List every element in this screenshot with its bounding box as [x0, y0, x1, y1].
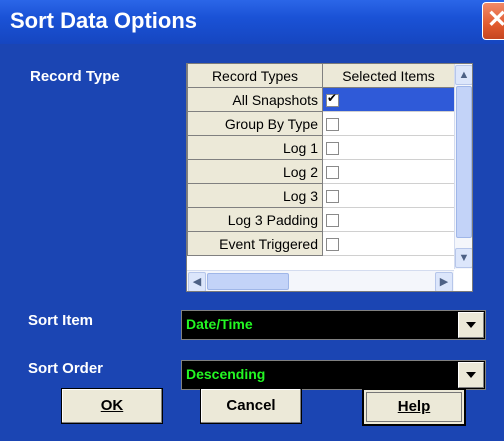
selected-cell[interactable] — [322, 87, 455, 112]
selected-cell[interactable] — [322, 207, 455, 232]
record-types-grid[interactable]: Record Types Selected Items All Snapshot… — [186, 63, 473, 292]
sort-item-label: Sort Item — [28, 312, 94, 329]
sort-item-value: Date/Time — [186, 316, 253, 332]
scroll-right-icon[interactable]: ▶ — [435, 272, 453, 291]
close-icon: ✕ — [487, 6, 504, 33]
table-row: Log 3 Padding — [187, 207, 455, 232]
table-row: All Snapshots — [187, 87, 455, 112]
scroll-left-icon[interactable]: ◀ — [188, 272, 206, 291]
selected-cell[interactable] — [322, 135, 455, 160]
selected-cell[interactable] — [322, 183, 455, 208]
table-row: Log 2 — [187, 159, 455, 184]
window-title: Sort Data Options — [10, 8, 198, 33]
row-label: Log 1 — [187, 135, 323, 160]
row-label: Log 3 — [187, 183, 323, 208]
table-row: Group By Type — [187, 111, 455, 136]
row-label: Log 2 — [187, 159, 323, 184]
horizontal-scroll-thumb[interactable] — [207, 273, 289, 290]
chevron-down-icon[interactable] — [458, 362, 484, 388]
selected-cell[interactable] — [322, 111, 455, 136]
help-button[interactable]: Help — [362, 388, 466, 426]
close-button[interactable]: ✕ — [482, 2, 504, 40]
checkbox[interactable] — [326, 91, 339, 108]
row-label: Group By Type — [187, 111, 323, 136]
table-row: Event Triggered — [187, 231, 455, 256]
title-bar: Sort Data Options ✕ — [0, 0, 504, 44]
col-header-selected-items[interactable]: Selected Items — [322, 64, 455, 88]
checkbox[interactable] — [326, 166, 339, 180]
row-label: All Snapshots — [187, 87, 323, 112]
ok-button[interactable]: OK — [61, 388, 163, 424]
sort-item-select[interactable]: Date/Time — [181, 310, 486, 340]
cancel-button[interactable]: Cancel — [200, 388, 302, 424]
record-type-label: Record Type — [30, 68, 120, 85]
sort-order-select[interactable]: Descending — [181, 360, 486, 390]
scroll-up-icon[interactable]: ▲ — [455, 65, 472, 85]
row-label: Event Triggered — [187, 231, 323, 256]
scroll-down-icon[interactable]: ▼ — [455, 248, 472, 268]
chevron-down-icon[interactable] — [458, 312, 484, 338]
sort-order-label: Sort Order — [28, 360, 104, 377]
table-row: Log 3 — [187, 183, 455, 208]
selected-cell[interactable] — [322, 231, 455, 256]
checkbox[interactable] — [326, 190, 339, 204]
checkbox[interactable] — [326, 142, 339, 156]
row-label: Log 3 Padding — [187, 207, 323, 232]
table-row: Log 1 — [187, 135, 455, 160]
sort-order-value: Descending — [186, 366, 266, 382]
help-label: Help — [397, 398, 431, 415]
checkbox[interactable] — [326, 214, 339, 228]
vertical-scrollbar[interactable]: ▲ ▼ — [454, 64, 472, 269]
horizontal-scrollbar[interactable]: ◀ ▶ — [187, 270, 454, 291]
checkbox[interactable] — [326, 238, 339, 252]
col-header-record-types[interactable]: Record Types — [187, 64, 323, 88]
cancel-label: Cancel — [226, 397, 276, 414]
checkbox[interactable] — [326, 118, 339, 132]
selected-cell[interactable] — [322, 159, 455, 184]
ok-label: OK — [100, 397, 124, 414]
grid-header-row: Record Types Selected Items — [187, 64, 455, 88]
vertical-scroll-thumb[interactable] — [456, 86, 472, 238]
